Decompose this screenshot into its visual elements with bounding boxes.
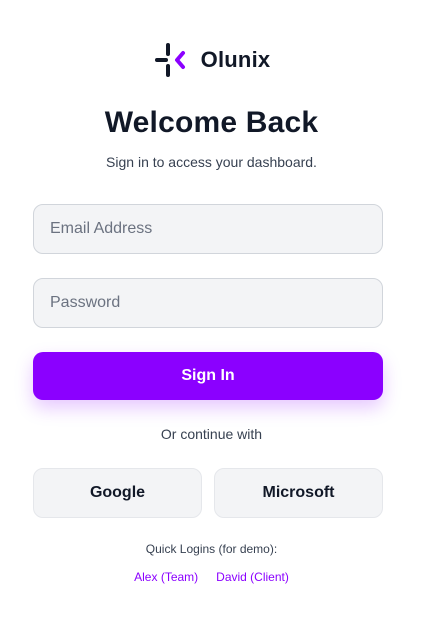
page-title: Welcome Back bbox=[104, 106, 319, 139]
login-page: Olunix Welcome Back Sign in to access yo… bbox=[0, 0, 423, 630]
page-subtitle: Sign in to access your dashboard. bbox=[106, 154, 317, 170]
quick-login-david-client[interactable]: David (Client) bbox=[216, 570, 289, 584]
microsoft-login-button[interactable]: Microsoft bbox=[214, 468, 383, 518]
brand-header: Olunix bbox=[0, 42, 423, 78]
quick-logins-links: Alex (Team) David (Client) bbox=[0, 570, 423, 584]
plus-bracket-logo-icon bbox=[154, 43, 185, 77]
password-field[interactable] bbox=[33, 278, 383, 328]
quick-logins-title: Quick Logins (for demo): bbox=[145, 542, 278, 556]
continue-with-text: Or continue with bbox=[160, 426, 263, 442]
brand-name: Olunix bbox=[200, 47, 271, 72]
sign-in-button[interactable]: Sign In bbox=[33, 352, 383, 400]
email-field[interactable] bbox=[33, 204, 383, 254]
quick-login-alex-team[interactable]: Alex (Team) bbox=[134, 570, 198, 584]
google-login-button[interactable]: Google bbox=[33, 468, 202, 518]
